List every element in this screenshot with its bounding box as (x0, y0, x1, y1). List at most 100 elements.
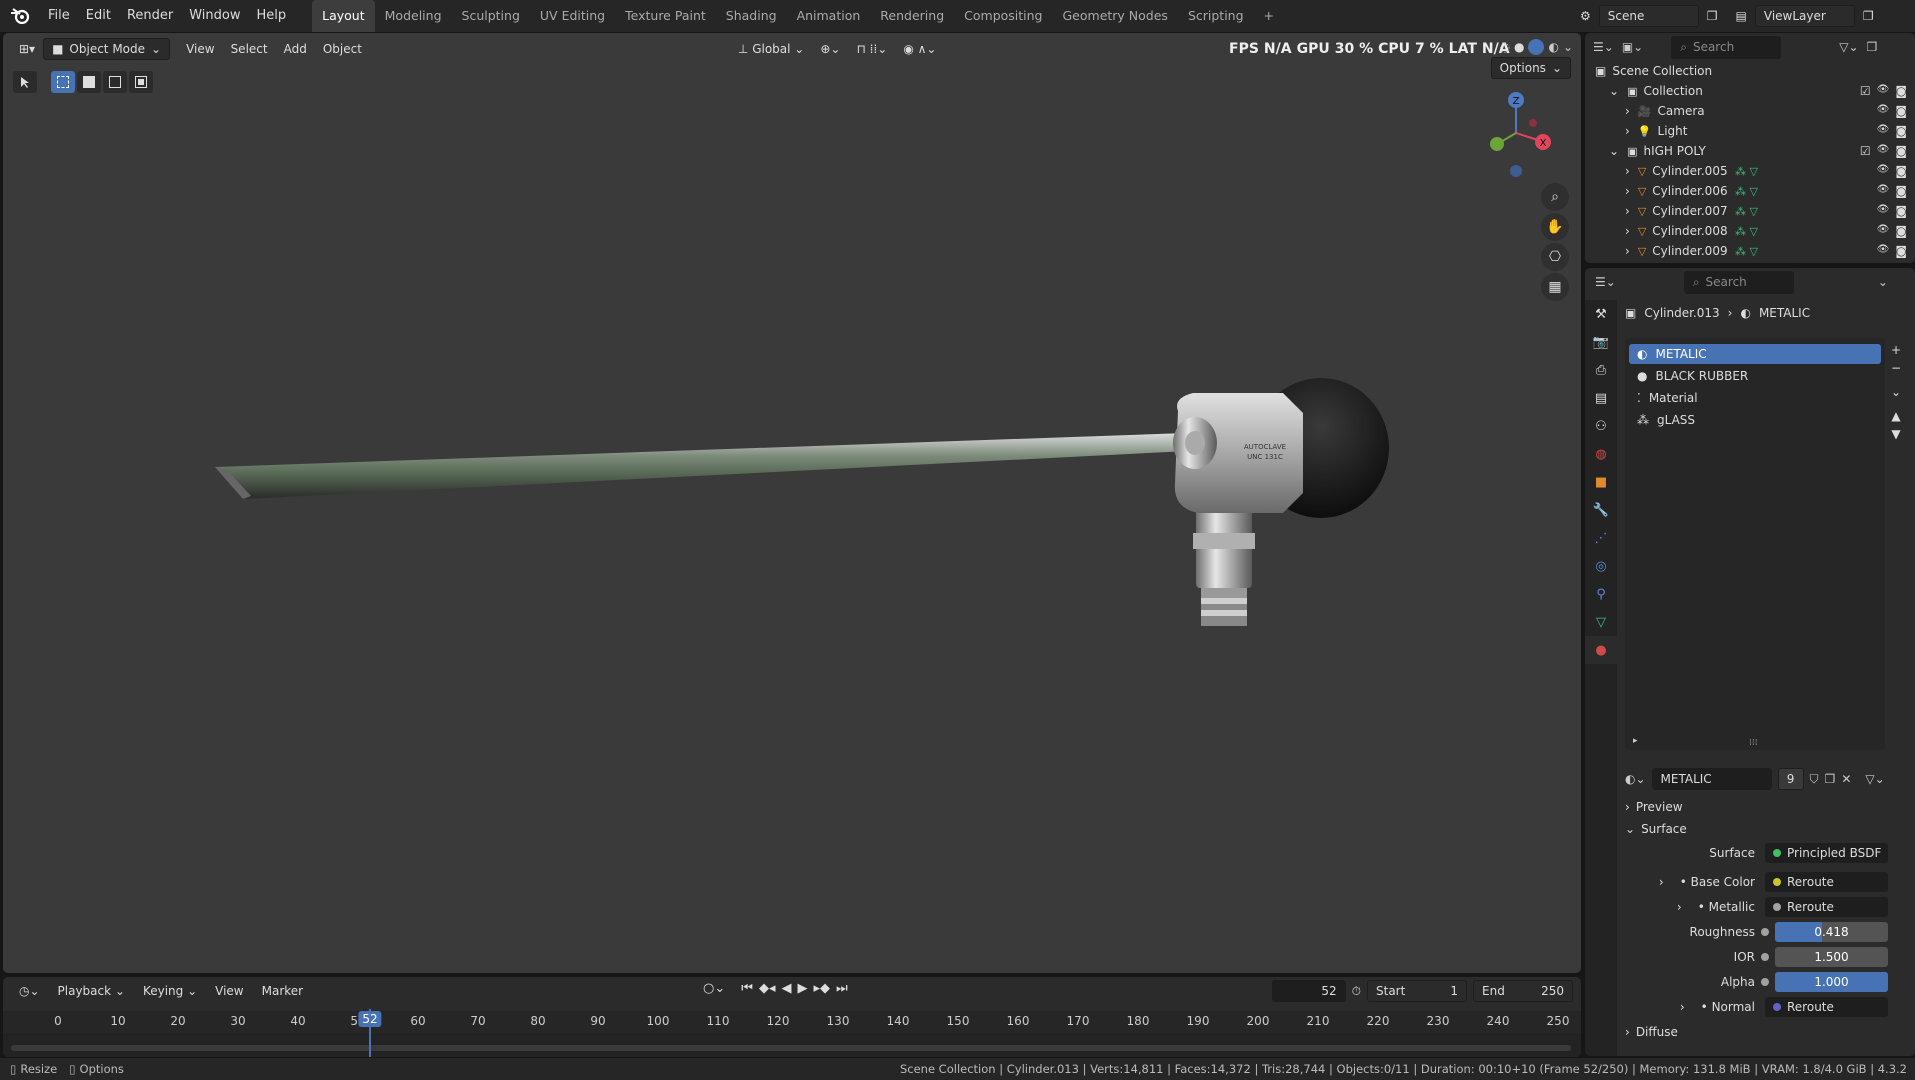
display-mode-icon[interactable]: ▣⌄ (1622, 40, 1643, 54)
tab-scripting[interactable]: Scripting (1178, 0, 1254, 32)
chevron-right-icon[interactable]: › (1677, 900, 1682, 914)
roughness-slider[interactable]: 0.418 (1775, 922, 1888, 942)
blender-logo-icon[interactable] (0, 0, 40, 32)
world-tab-icon[interactable]: ◍ (1585, 440, 1617, 468)
metallic-field[interactable]: Reroute (1765, 897, 1888, 917)
eye-icon[interactable]: 👁 (1877, 84, 1890, 98)
link-type-icon[interactable]: ▽⌄ (1865, 772, 1884, 786)
render-camera-icon[interactable]: ◙ (1895, 144, 1907, 158)
surface-panel-header[interactable]: ⌄ Surface (1625, 818, 1910, 840)
add-workspace-icon[interactable]: + (1254, 0, 1284, 32)
tab-sculpting[interactable]: Sculpting (452, 0, 530, 32)
duplicate-material-icon[interactable]: ❐ (1825, 772, 1836, 786)
chevron-down-icon[interactable]: ⌄ (1878, 275, 1888, 289)
modifier-data-icon[interactable]: ⁂ ▽ (1735, 225, 1758, 238)
move-slot-down-icon[interactable]: ▼ (1891, 427, 1900, 441)
checkbox-icon[interactable]: ☑ (1860, 84, 1871, 98)
properties-editor[interactable]: ☰⌄ ⌕ Search ⌄ ⚒ 📷 ⎙ ▤ ⚇ ◍ ■ 🔧 ⋰ ◎ ⚲ ▽ ● ▣… (1585, 268, 1915, 1056)
checkbox-icon[interactable]: ☑ (1860, 144, 1871, 158)
material-slot[interactable]: ◐ METALIC (1629, 344, 1881, 364)
eye-icon[interactable]: 👁 (1877, 144, 1890, 158)
move-slot-up-icon[interactable]: ▲ (1891, 409, 1900, 423)
render-camera-icon[interactable]: ◙ (1895, 104, 1907, 118)
tool-tab-icon[interactable]: ⚒ (1585, 300, 1617, 328)
material-browse-icon[interactable]: ◐⌄ (1625, 772, 1646, 786)
render-camera-icon[interactable]: ◙ (1895, 124, 1907, 138)
start-frame-field[interactable]: Start 1 (1367, 980, 1467, 1002)
ior-field[interactable]: 1.500 (1775, 947, 1888, 967)
constraints-tab-icon[interactable]: ⚲ (1585, 580, 1617, 608)
prev-keyframe-icon[interactable]: ◆◂ (759, 981, 776, 996)
outliner-row[interactable]: › ▽ Cylinder.005 ⁂ ▽ 👁 ◙ (1585, 161, 1915, 181)
keying-menu[interactable]: Keying ⌄ (135, 981, 205, 1001)
menu-help[interactable]: Help (249, 0, 295, 32)
playback-menu[interactable]: Playback ⌄ (50, 981, 133, 1001)
scene-icon[interactable]: ⚙ (1580, 9, 1591, 23)
tab-uv-editing[interactable]: UV Editing (530, 0, 615, 32)
jump-start-icon[interactable]: ⏮ (741, 981, 753, 996)
material-slot-list[interactable]: ◐ METALIC ● BLACK RUBBER ⁚ Material ⁂ gLASS ▸ ⁞… (1625, 338, 1885, 750)
outliner-row[interactable]: › ▽ Cylinder.006 ⁂ ▽ 👁 ◙ (1585, 181, 1915, 201)
outliner-row[interactable]: ⌄ ▣ Collection ☑ 👁 ◙ (1585, 81, 1915, 101)
tab-shading[interactable]: Shading (716, 0, 787, 32)
material-slot[interactable]: ⁚ Material (1629, 388, 1881, 408)
timeline-editor-icon[interactable]: ◷⌄ (11, 981, 48, 1001)
current-frame-field[interactable]: 52 (1271, 980, 1346, 1002)
chevron-right-icon[interactable]: › (1680, 1000, 1685, 1014)
outliner-row[interactable]: › ▽ Cylinder.007 ⁂ ▽ 👁 ◙ (1585, 201, 1915, 221)
outliner-editor-icon[interactable]: ☰⌄ (1593, 40, 1614, 54)
view-layer-icon[interactable]: ▤ (1736, 9, 1747, 23)
outliner[interactable]: ☰⌄ ▣⌄ ⌕ Search ▽⌄ ❐ ▣ Scene Collection ⌄ ▣… (1585, 33, 1915, 263)
modifier-data-icon[interactable]: ⁂ ▽ (1735, 205, 1758, 218)
object-tab-icon[interactable]: ■ (1585, 468, 1617, 496)
timeline-track-area[interactable] (3, 1033, 1581, 1057)
chevron-right-icon[interactable]: › (1625, 124, 1630, 138)
remove-slot-icon[interactable]: − (1891, 361, 1901, 375)
modifier-data-icon[interactable]: ⁂ ▽ (1735, 185, 1758, 198)
chevron-right-icon[interactable]: › (1625, 204, 1630, 218)
playhead-frame-label[interactable]: 52 (358, 1011, 382, 1027)
scene-collection-row[interactable]: ▣ Scene Collection (1585, 61, 1915, 81)
tab-geometry-nodes[interactable]: Geometry Nodes (1053, 0, 1178, 32)
view-layer-tab-icon[interactable]: ▤ (1585, 384, 1617, 412)
eye-icon[interactable]: 👁 (1877, 164, 1890, 178)
tab-animation[interactable]: Animation (787, 0, 871, 32)
endoscope-model[interactable]: AUTOCLAVE UNC 131C (3, 33, 1581, 973)
end-frame-field[interactable]: End 250 (1473, 980, 1573, 1002)
alpha-slider[interactable]: 1.000 (1775, 972, 1888, 992)
eye-icon[interactable]: 👁 (1877, 244, 1890, 258)
material-name-field[interactable]: METALIC (1651, 768, 1772, 790)
new-collection-icon[interactable]: ❐ (1867, 40, 1878, 54)
fake-user-icon[interactable]: ⛉ (1810, 772, 1819, 787)
resize-handle-icon[interactable]: ⁞⁞⁞ (1749, 738, 1758, 748)
outliner-row[interactable]: › ▽ Cylinder.008 ⁂ ▽ 👁 ◙ (1585, 221, 1915, 241)
next-keyframe-icon[interactable]: ▸◆ (813, 981, 830, 996)
menu-render[interactable]: Render (119, 0, 181, 32)
chevron-down-icon[interactable]: ⌄ (1609, 84, 1619, 98)
frame-ruler[interactable]: 0102030405060708090100110120130140150160… (3, 1011, 1581, 1033)
scene-tab-icon[interactable]: ⚇ (1585, 412, 1617, 440)
preview-panel-header[interactable]: › Preview (1625, 796, 1910, 818)
filter-icon[interactable]: ▽⌄ (1839, 40, 1858, 54)
eye-icon[interactable]: 👁 (1877, 124, 1890, 138)
output-tab-icon[interactable]: ⎙ (1585, 356, 1617, 384)
modifier-tab-icon[interactable]: 🔧 (1585, 496, 1617, 524)
tab-modeling[interactable]: Modeling (375, 0, 452, 32)
physics-tab-icon[interactable]: ◎ (1585, 552, 1617, 580)
eye-icon[interactable]: 👁 (1877, 184, 1890, 198)
chevron-right-icon[interactable]: › (1659, 875, 1664, 889)
particles-tab-icon[interactable]: ⋰ (1585, 524, 1617, 552)
auto-keying-icon[interactable]: ○⌄ (703, 981, 725, 996)
expand-icon[interactable]: ▸ (1633, 736, 1638, 746)
view-layer-selector[interactable]: ViewLayer (1754, 5, 1855, 27)
render-camera-icon[interactable]: ◙ (1895, 244, 1907, 258)
outliner-row[interactable]: › 💡 Light 👁 ◙ (1585, 121, 1915, 141)
chevron-right-icon[interactable]: › (1625, 104, 1630, 118)
menu-edit[interactable]: Edit (78, 0, 119, 32)
diffuse-panel-header[interactable]: › Diffuse (1625, 1021, 1910, 1043)
eye-icon[interactable]: 👁 (1877, 104, 1890, 118)
properties-editor-icon[interactable]: ☰⌄ (1595, 275, 1616, 289)
base-color-field[interactable]: Reroute (1765, 872, 1888, 892)
render-tab-icon[interactable]: 📷 (1585, 328, 1617, 356)
render-camera-icon[interactable]: ◙ (1895, 184, 1907, 198)
